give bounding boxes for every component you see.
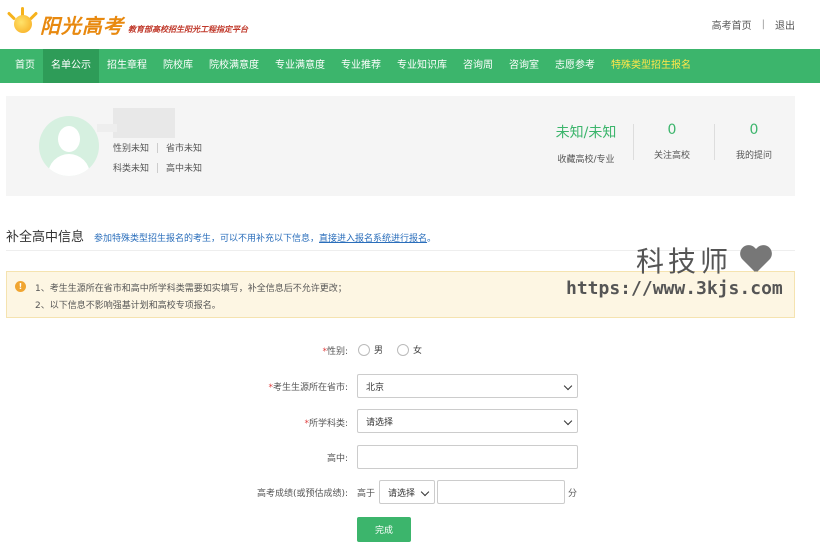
enroll-system-link[interactable]: 直接进入报名系统进行报名 bbox=[319, 234, 427, 244]
nav-item-special-enroll[interactable]: 特殊类型招生报名 bbox=[603, 49, 699, 83]
gender-radio-male[interactable]: 男 bbox=[358, 343, 383, 356]
main-nav: 首页 名单公示 招生章程 院校库 院校满意度 专业满意度 专业推荐 专业知识库 … bbox=[0, 49, 820, 83]
sun-logo-icon bbox=[6, 7, 39, 39]
profile-school: 高中未知 bbox=[166, 164, 203, 174]
score-unit: 分 bbox=[568, 489, 578, 499]
province-label: *考生生源所在省市: bbox=[268, 383, 348, 393]
alert-line-2: 2、以下信息不影响强基计划和高校专项报名。 bbox=[35, 301, 221, 311]
header: 阳光高考 教育部高校招生阳光工程指定平台 高考首页 | 退出 bbox=[0, 0, 820, 48]
avatar bbox=[39, 116, 99, 176]
nav-item-colleges[interactable]: 院校库 bbox=[155, 49, 201, 83]
avatar-user-icon bbox=[58, 126, 80, 152]
heart-icon bbox=[740, 246, 770, 274]
school-label: 高中: bbox=[326, 454, 348, 464]
profile-card: 性别未知 省市未知 科类未知 高中未知 未知/未知 收藏高校/专业 0 关注高校… bbox=[6, 96, 795, 196]
home-link[interactable]: 高考首页 bbox=[712, 17, 752, 32]
profile-subject: 科类未知 bbox=[113, 164, 150, 174]
logout-link[interactable]: 退出 bbox=[775, 17, 795, 32]
stat-followed-colleges[interactable]: 0 关注高校 bbox=[646, 122, 698, 161]
subject-select[interactable]: 请选择 bbox=[357, 409, 578, 433]
logo-title: 阳光高考 bbox=[40, 13, 124, 38]
gender-label: *性别: bbox=[322, 347, 348, 357]
watermark: 科技师 https://www.3kjs.com bbox=[566, 240, 783, 299]
score-label: 高考成绩(或预估成绩): bbox=[256, 489, 348, 499]
section-note: 参加特殊类型招生报名的考生，可以不用补充以下信息，直接进入报名系统进行报名。 bbox=[94, 234, 437, 244]
nav-item-major-satisfaction[interactable]: 专业满意度 bbox=[267, 49, 333, 83]
nav-item-consult-room[interactable]: 咨询室 bbox=[501, 49, 547, 83]
chevron-down-icon bbox=[563, 381, 573, 391]
nav-item-college-satisfaction[interactable]: 院校满意度 bbox=[201, 49, 267, 83]
province-select[interactable]: 北京 bbox=[357, 374, 578, 398]
logo-subtitle: 教育部高校招生阳光工程指定平台 bbox=[128, 23, 248, 34]
link-separator: | bbox=[761, 19, 765, 30]
profile-info-row-2: 科类未知 高中未知 bbox=[113, 161, 202, 174]
submit-button[interactable]: 完成 bbox=[357, 517, 411, 542]
watermark-text: 科技师 bbox=[636, 245, 733, 278]
nav-item-consult-week[interactable]: 咨询周 bbox=[455, 49, 501, 83]
subject-label: *所学科类: bbox=[304, 419, 348, 429]
watermark-url: https://www.3kjs.com bbox=[566, 278, 783, 299]
score-input[interactable] bbox=[437, 480, 565, 504]
gender-radio-female[interactable]: 女 bbox=[397, 343, 422, 356]
nav-item-major-recommend[interactable]: 专业推荐 bbox=[333, 49, 389, 83]
stat-favorites[interactable]: 未知/未知 收藏高校/专业 bbox=[546, 122, 626, 165]
chevron-down-icon bbox=[420, 487, 430, 497]
blurred-username bbox=[113, 108, 175, 138]
nav-item-major-knowledge[interactable]: 专业知识库 bbox=[389, 49, 455, 83]
nav-item-volunteer[interactable]: 志愿参考 bbox=[547, 49, 603, 83]
school-input[interactable] bbox=[357, 445, 578, 469]
profile-gender: 性别未知 bbox=[113, 144, 150, 154]
top-links: 高考首页 | 退出 bbox=[712, 17, 795, 32]
section-title: 补全高中信息 bbox=[6, 230, 85, 245]
stat-my-questions[interactable]: 0 我的提问 bbox=[728, 122, 780, 161]
nav-item-home[interactable]: 首页 bbox=[0, 49, 43, 83]
nav-item-list[interactable]: 名单公示 bbox=[43, 49, 99, 83]
alert-line-1: 1、考生生源所在省市和高中所学科类需要如实填写，补全信息后不允许更改； bbox=[35, 284, 347, 294]
profile-info-row-1: 性别未知 省市未知 bbox=[113, 141, 202, 154]
nav-item-charter[interactable]: 招生章程 bbox=[99, 49, 155, 83]
profile-province: 省市未知 bbox=[166, 144, 203, 154]
site-logo[interactable]: 阳光高考 教育部高校招生阳光工程指定平台 bbox=[6, 6, 248, 42]
score-compare-select[interactable]: 请选择 bbox=[379, 480, 435, 504]
chevron-down-icon bbox=[563, 416, 573, 426]
section-header: 补全高中信息 参加特殊类型招生报名的考生，可以不用补充以下信息，直接进入报名系统… bbox=[6, 226, 436, 245]
score-prefix: 高于 bbox=[357, 489, 376, 499]
exclamation-icon: ! bbox=[15, 281, 26, 292]
